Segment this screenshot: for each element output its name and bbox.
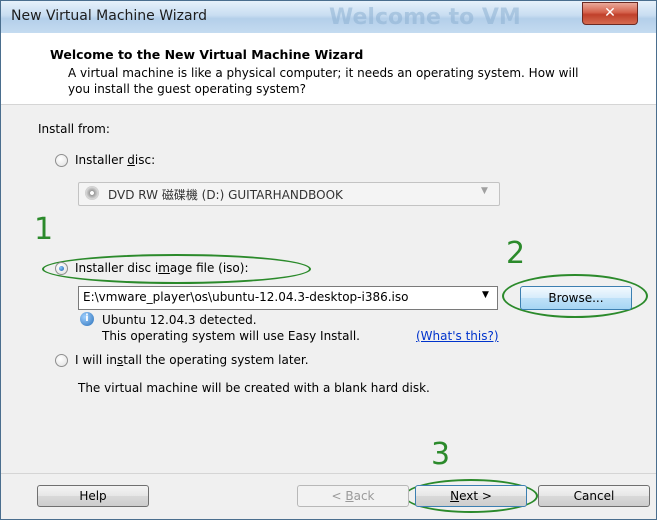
annotation-step-1: 1 [34, 212, 54, 247]
os-detected-text: Ubuntu 12.04.3 detected. [102, 313, 257, 327]
annotation-step-3: 3 [431, 437, 451, 472]
easy-install-text: This operating system will use Easy Inst… [102, 329, 360, 343]
close-icon: ✕ [604, 5, 616, 21]
iso-path-input[interactable]: E:\vmware_player\os\ubuntu-12.04.3-deskt… [83, 290, 479, 304]
chevron-down-icon[interactable]: ▼ [482, 290, 489, 300]
iso-label: Installer disc image file (iso): [75, 261, 249, 275]
chevron-down-icon: ▼ [481, 186, 488, 196]
title-bar-ghost-text: Welcome to VM [329, 5, 521, 30]
cancel-button[interactable]: Cancel [538, 485, 650, 507]
header-description: A virtual machine is like a physical com… [68, 66, 579, 96]
blank-disk-note: The virtual machine will be created with… [78, 381, 430, 395]
install-later-radio-option[interactable]: I will install the operating system late… [55, 352, 355, 370]
footer-divider [1, 473, 656, 474]
info-icon: i [80, 312, 94, 326]
wizard-header: Welcome to the New Virtual Machine Wizar… [1, 33, 656, 105]
wizard-window: New Virtual Machine Wizard Welcome to VM… [0, 0, 657, 520]
header-title: Welcome to the New Virtual Machine Wizar… [50, 47, 364, 62]
back-button[interactable]: < Back [297, 485, 409, 507]
whats-this-link[interactable]: (What's this?) [416, 329, 499, 343]
installer-disc-label: Installer disc: [75, 153, 156, 167]
installer-disc-value: DVD RW 磁碟機 (D:) GUITARHANDBOOK [108, 188, 343, 202]
help-button[interactable]: Help [37, 485, 149, 507]
close-button[interactable]: ✕ [582, 2, 638, 25]
browse-button[interactable]: Browse... [520, 286, 632, 310]
next-button[interactable]: Next > [415, 485, 527, 507]
iso-radio-option[interactable]: Installer disc image file (iso): [55, 260, 295, 278]
installer-disc-radio-option[interactable]: Installer disc: [55, 152, 205, 170]
window-title: New Virtual Machine Wizard [11, 8, 207, 24]
iso-path-combobox[interactable]: E:\vmware_player\os\ubuntu-12.04.3-deskt… [78, 286, 498, 310]
install-later-label: I will install the operating system late… [75, 353, 309, 367]
title-bar[interactable]: New Virtual Machine Wizard Welcome to VM… [1, 1, 656, 33]
iso-radio[interactable] [55, 262, 68, 275]
disc-icon [85, 186, 99, 200]
installer-disc-dropdown[interactable]: DVD RW 磁碟機 (D:) GUITARHANDBOOK ▼ [78, 182, 500, 206]
installer-disc-radio[interactable] [55, 154, 68, 167]
install-later-radio[interactable] [55, 354, 68, 367]
install-from-label: Install from: [38, 122, 110, 136]
annotation-step-2: 2 [506, 236, 526, 271]
